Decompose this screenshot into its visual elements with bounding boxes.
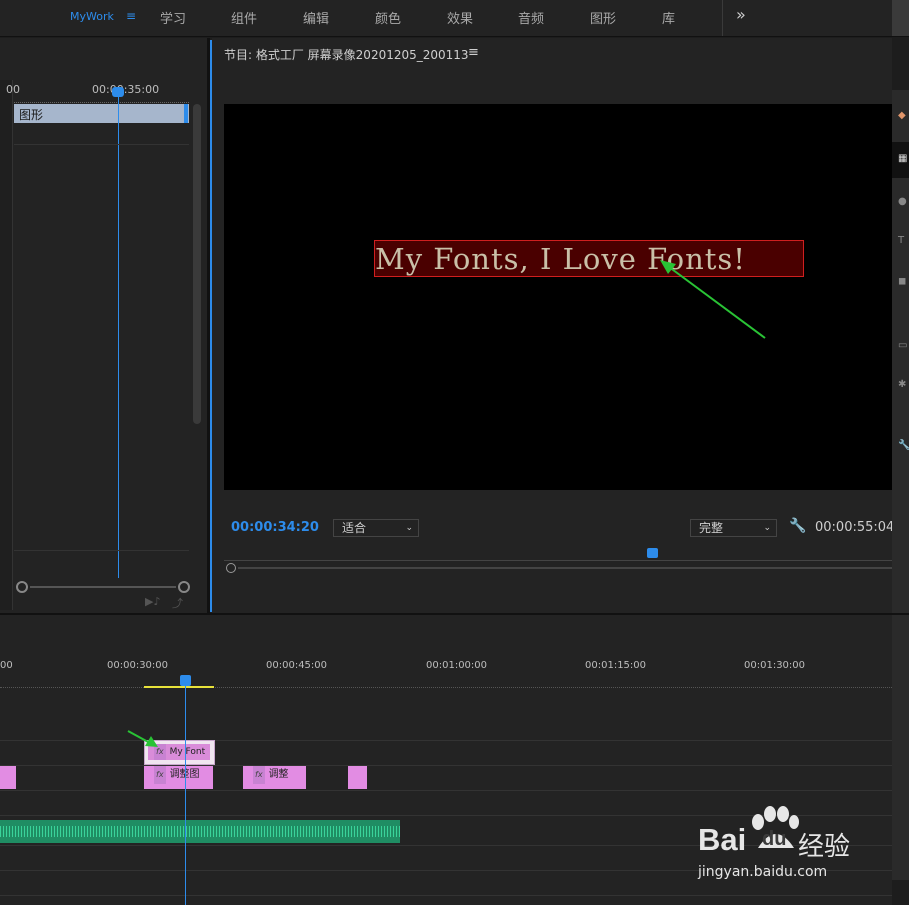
property-column xyxy=(0,80,13,610)
ruler-label: 00:01:00:00 xyxy=(426,660,488,671)
chevron-down-icon: ⌄ xyxy=(405,523,413,533)
workspace-tab-effects[interactable]: 效果 xyxy=(447,8,473,27)
watermark-brand2: du xyxy=(762,828,787,850)
watermark-suffix: 经验 xyxy=(798,832,851,862)
fit-dropdown-value: 适合 xyxy=(342,521,367,535)
baidu-watermark: Bai du 经验 jingyan.baidu.com xyxy=(698,806,898,886)
duration-timecode: 00:00:55:04 xyxy=(815,520,895,535)
tab-separator xyxy=(722,0,723,36)
fx-icon: fx xyxy=(253,766,265,784)
workspace-tab-color[interactable]: 颜色 xyxy=(375,8,401,27)
grid-icon[interactable]: ▦ xyxy=(898,153,907,164)
current-timecode[interactable]: 00:00:34:20 xyxy=(231,520,319,535)
left-horizontal-scrollbar[interactable] xyxy=(30,586,176,588)
fit-dropdown[interactable]: 适合 ⌄ xyxy=(333,519,419,537)
work-area-bar[interactable] xyxy=(144,686,214,688)
wrench-icon[interactable]: 🔧 xyxy=(789,518,806,534)
workspace-tab-graphics[interactable]: 图形 xyxy=(590,8,616,27)
left-vertical-scrollbar[interactable] xyxy=(193,104,201,424)
workspace-tab-libraries[interactable]: 库 xyxy=(662,8,675,27)
watermark-brand: Bai xyxy=(698,822,747,857)
workspace-menu-icon[interactable]: ≡ xyxy=(126,9,136,23)
tool-icon[interactable]: ● xyxy=(898,196,907,207)
tool-icon[interactable]: ◼ xyxy=(898,276,906,287)
scroll-handle-left[interactable] xyxy=(16,581,28,593)
adjustment-clip[interactable] xyxy=(348,766,367,789)
timeline-ruler[interactable] xyxy=(0,677,892,688)
graphic-track-bar[interactable]: 图形 xyxy=(14,104,189,123)
adjustment-clip[interactable]: fx调整图 xyxy=(144,766,213,789)
timeline-playhead-line xyxy=(185,685,186,905)
fx-icon: fx xyxy=(154,766,166,784)
track-divider xyxy=(0,790,892,791)
workspace-tab-audio[interactable]: 音频 xyxy=(518,8,544,27)
program-monitor: 节目: 格式工厂 屏幕录像20201205_200113 ≡ My Fonts,… xyxy=(212,38,895,638)
row-divider xyxy=(14,144,189,145)
audio-clip[interactable] xyxy=(0,820,400,843)
workspace-overflow-icon[interactable]: » xyxy=(736,5,746,24)
left-timecode-start: 00 xyxy=(6,83,20,96)
ruler-label: 00 xyxy=(0,660,13,671)
monitor-title: 节目: 格式工厂 屏幕录像20201205_200113 xyxy=(224,48,469,62)
scroll-handle-right[interactable] xyxy=(178,581,190,593)
scrollbar-corner xyxy=(892,0,909,36)
effect-controls-panel: 00 00:00:35:00 图形 ▶♪ ⤴ xyxy=(0,38,207,613)
track-divider xyxy=(0,765,892,766)
workspace-tab-assembly[interactable]: 组件 xyxy=(231,8,257,27)
monitor-playhead[interactable] xyxy=(647,548,658,558)
green-arrow-monitor xyxy=(660,260,766,339)
tool-icon[interactable]: ◆ xyxy=(898,110,906,121)
row-divider xyxy=(14,550,189,551)
tool-icon[interactable]: ✱ xyxy=(898,379,906,390)
adjustment-clip-label: 调整 xyxy=(268,769,289,780)
workspace-tab-learn[interactable]: 学习 xyxy=(160,8,186,27)
tool-icon[interactable]: 🔧 xyxy=(898,440,909,451)
graphic-track-label: 图形 xyxy=(19,108,44,122)
export-icon[interactable]: ⤴ xyxy=(172,595,183,611)
left-playhead-line xyxy=(118,96,119,578)
workspace-tab-editing[interactable]: 编辑 xyxy=(303,8,329,27)
adjustment-clip[interactable]: fx 调整 xyxy=(243,766,306,789)
type-tool-icon[interactable]: T xyxy=(898,235,904,246)
audio-waveform xyxy=(0,826,400,837)
chevron-down-icon: ⌄ xyxy=(763,523,771,533)
workspace-bar: MyWork ≡ 学习 组件 编辑 颜色 效果 音频 图形 库 » xyxy=(0,0,909,37)
play-audio-icon[interactable]: ▶♪ xyxy=(145,595,160,608)
right-tool-strip: ◆ ▦ ● T ◼ ▭ ✱ 🔧 xyxy=(892,90,909,880)
quality-dropdown[interactable]: 完整 ⌄ xyxy=(690,519,777,537)
monitor-menu-icon[interactable]: ≡ xyxy=(468,45,479,60)
monitor-ruler[interactable] xyxy=(224,550,892,561)
watermark-url: jingyan.baidu.com xyxy=(698,864,828,880)
left-ruler xyxy=(14,98,189,103)
workspace-tab-mywork[interactable]: MyWork xyxy=(70,10,114,23)
adjustment-clip[interactable] xyxy=(0,766,16,789)
zoom-handle[interactable] xyxy=(226,563,236,573)
video-frame[interactable]: My Fonts, I Love Fonts! xyxy=(224,104,892,490)
title-clip-label: My Font xyxy=(169,747,206,757)
track-end-marker xyxy=(184,104,188,123)
ruler-label: 00:01:15:00 xyxy=(585,660,647,671)
ruler-label: 00:00:30:00 xyxy=(107,660,169,671)
quality-dropdown-value: 完整 xyxy=(699,521,724,535)
monitor-zoom-bar[interactable] xyxy=(238,567,892,569)
left-timecode-mid: 00:00:35:00 xyxy=(92,83,160,96)
ruler-label: 00:00:45:00 xyxy=(266,660,328,671)
track-divider xyxy=(0,895,892,896)
ruler-label: 00:01:30:00 xyxy=(744,660,806,671)
green-arrow-timeline xyxy=(127,730,158,747)
tool-icon[interactable]: ▭ xyxy=(898,340,907,351)
